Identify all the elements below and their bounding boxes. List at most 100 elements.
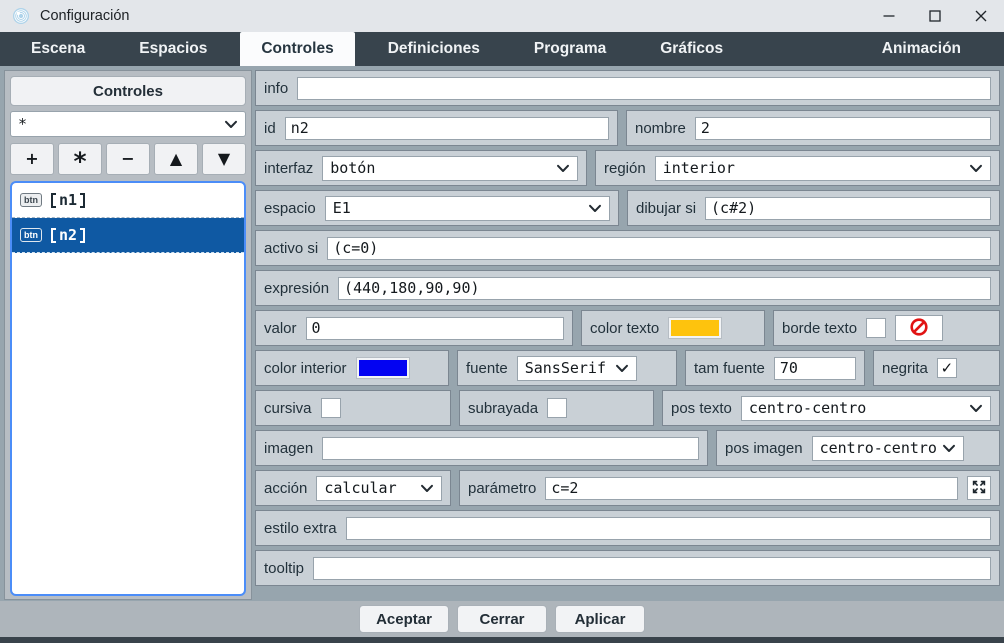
region-dropdown[interactable]: interior xyxy=(655,156,991,181)
color-interior-group: color interior xyxy=(255,350,449,386)
tab-definiciones[interactable]: Definiciones xyxy=(367,32,501,66)
dibujar-si-input[interactable] xyxy=(705,197,991,220)
espacio-dropdown[interactable]: E1 xyxy=(325,196,610,221)
bracket-left xyxy=(51,193,56,208)
tooltip-input[interactable] xyxy=(313,557,991,580)
accion-value: calcular xyxy=(324,479,396,497)
configuracion-window: Configuración Escena Espacios Controles … xyxy=(0,0,1004,643)
pos-imagen-value: centro-centro xyxy=(820,439,937,457)
id-input[interactable] xyxy=(285,117,609,140)
tab-programa[interactable]: Programa xyxy=(513,32,627,66)
nombre-input[interactable] xyxy=(695,117,991,140)
chevron-down-icon xyxy=(942,439,956,457)
expresion-label: expresión xyxy=(264,280,329,297)
control-name: n1 xyxy=(59,191,77,209)
parametro-expand-button[interactable] xyxy=(967,476,991,500)
interfaz-dropdown[interactable]: botón xyxy=(322,156,578,181)
controls-list: btn n1 btn n2 xyxy=(10,181,246,596)
control-properties-form: info id nombre interfaz botón xyxy=(255,70,1000,590)
list-item-n1[interactable]: btn n1 xyxy=(12,183,244,218)
bracket-right xyxy=(80,228,85,243)
activo-si-group: activo si xyxy=(255,230,1000,266)
tab-controles[interactable]: Controles xyxy=(240,32,354,66)
add-control-button[interactable]: + xyxy=(10,143,54,175)
borde-texto-group: borde texto xyxy=(773,310,1000,346)
valor-input[interactable] xyxy=(306,317,564,340)
expand-icon xyxy=(971,479,987,498)
estilo-extra-input[interactable] xyxy=(346,517,991,540)
tab-bar: Escena Espacios Controles Definiciones P… xyxy=(0,32,1004,66)
remove-control-button[interactable]: − xyxy=(106,143,150,175)
espacio-group: espacio E1 xyxy=(255,190,619,226)
cerrar-button[interactable]: Cerrar xyxy=(457,605,547,633)
minimize-button[interactable] xyxy=(866,0,912,32)
parametro-input[interactable] xyxy=(545,477,958,500)
subrayada-group: subrayada xyxy=(459,390,654,426)
color-texto-swatch[interactable] xyxy=(668,317,722,339)
close-button[interactable] xyxy=(958,0,1004,32)
move-up-button[interactable]: ▲ xyxy=(154,143,198,175)
maximize-button[interactable] xyxy=(912,0,958,32)
pos-imagen-group: pos imagen centro-centro xyxy=(716,430,1000,466)
borde-texto-none-button[interactable] xyxy=(895,315,943,341)
id-label: id xyxy=(264,120,276,137)
imagen-group: imagen xyxy=(255,430,708,466)
pos-texto-dropdown[interactable]: centro-centro xyxy=(741,396,991,421)
chevron-down-icon xyxy=(556,159,570,177)
tam-fuente-input[interactable] xyxy=(774,357,856,380)
negrita-checkbox[interactable]: ✓ xyxy=(937,358,957,378)
borde-texto-label: borde texto xyxy=(782,320,857,337)
chevron-down-icon xyxy=(615,359,629,377)
info-input[interactable] xyxy=(297,77,991,100)
pos-texto-value: centro-centro xyxy=(749,399,866,417)
tab-animacion[interactable]: Animación xyxy=(861,32,982,66)
expresion-group: expresión xyxy=(255,270,1000,306)
tab-graficos[interactable]: Gráficos xyxy=(639,32,744,66)
list-item-n2[interactable]: btn n2 xyxy=(12,218,244,253)
window-title: Configuración xyxy=(40,8,129,24)
window-bottom-edge xyxy=(0,637,1004,643)
dibujar-si-group: dibujar si xyxy=(627,190,1000,226)
estilo-extra-group: estilo extra xyxy=(255,510,1000,546)
subrayada-checkbox[interactable] xyxy=(547,398,567,418)
espacio-value: E1 xyxy=(333,199,351,217)
cursiva-group: cursiva xyxy=(255,390,451,426)
color-texto-label: color texto xyxy=(590,320,659,337)
color-interior-swatch[interactable] xyxy=(356,357,410,379)
chevron-down-icon xyxy=(224,115,238,133)
tam-fuente-group: tam fuente xyxy=(685,350,865,386)
negrita-group: negrita ✓ xyxy=(873,350,1000,386)
imagen-label: imagen xyxy=(264,440,313,457)
pos-imagen-dropdown[interactable]: centro-centro xyxy=(812,436,964,461)
interfaz-label: interfaz xyxy=(264,160,313,177)
fuente-label: fuente xyxy=(466,360,508,377)
controls-filter-value: * xyxy=(18,115,27,133)
cursiva-label: cursiva xyxy=(264,400,312,417)
borde-texto-checkbox[interactable] xyxy=(866,318,886,338)
fuente-dropdown[interactable]: SansSerif xyxy=(517,356,637,381)
controles-header-button[interactable]: Controles xyxy=(10,76,246,106)
info-label: info xyxy=(264,80,288,97)
move-down-button[interactable]: ▼ xyxy=(202,143,246,175)
interfaz-group: interfaz botón xyxy=(255,150,587,186)
valor-label: valor xyxy=(264,320,297,337)
color-texto-group: color texto xyxy=(581,310,765,346)
footer-bar: Aceptar Cerrar Aplicar xyxy=(0,601,1004,637)
color-interior-label: color interior xyxy=(264,360,347,377)
tab-escena[interactable]: Escena xyxy=(10,32,106,66)
bracket-left xyxy=(51,228,56,243)
aplicar-button[interactable]: Aplicar xyxy=(555,605,645,633)
tab-espacios[interactable]: Espacios xyxy=(118,32,228,66)
aceptar-button[interactable]: Aceptar xyxy=(359,605,449,633)
controls-toolbar: + * − ▲ ▼ xyxy=(10,143,246,175)
accion-dropdown[interactable]: calcular xyxy=(316,476,442,501)
control-type-badge: btn xyxy=(20,193,42,207)
expresion-input[interactable] xyxy=(338,277,991,300)
nombre-group: nombre xyxy=(626,110,1000,146)
imagen-input[interactable] xyxy=(322,437,699,460)
dibujar-si-label: dibujar si xyxy=(636,200,696,217)
cursiva-checkbox[interactable] xyxy=(321,398,341,418)
activo-si-input[interactable] xyxy=(327,237,991,260)
controls-filter-dropdown[interactable]: * xyxy=(10,111,246,137)
wildcard-control-button[interactable]: * xyxy=(58,143,102,175)
